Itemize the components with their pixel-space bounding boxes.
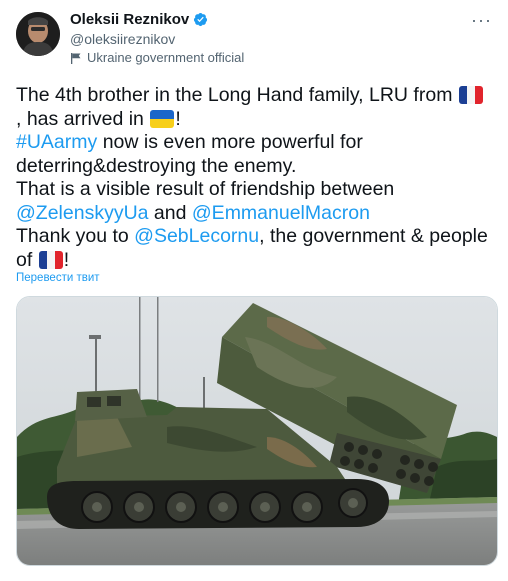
ukraine-flag-icon [150, 109, 175, 128]
france-flag-icon [458, 86, 483, 104]
government-label-text: Ukraine government official [87, 50, 245, 65]
mention-emmanuelmacron-link[interactable]: @EmmanuelMacron [192, 202, 370, 224]
government-label: Ukraine government official [70, 50, 244, 65]
tweet-line-1: The 4th brother in the Long Hand family,… [16, 84, 453, 106]
translate-tweet-link[interactable]: Перевести твит [16, 272, 100, 284]
tweet-line-2a: , has arrived in [16, 107, 144, 130]
france-flag-icon [38, 250, 63, 269]
hashtag-uaarmy-link[interactable]: #UAarmy [16, 131, 97, 153]
mention-zelenskyyua-link[interactable]: @ZelenskyyUa [16, 202, 149, 224]
tweet-text: The 4th brother in the Long Hand family,… [16, 84, 496, 272]
tweet-line-7a: Thank you to [16, 225, 135, 247]
tweet-line-3: now is even more powerful for [97, 131, 363, 153]
mention-seblecornu-link[interactable]: @SebLecornu [134, 225, 259, 247]
avatar[interactable] [16, 12, 60, 56]
tweet-media-image[interactable] [16, 296, 498, 566]
author-handle[interactable]: @oleksiireznikov [70, 31, 175, 47]
tweet-line-8a: of [16, 248, 33, 271]
tweet-line-7b: , the government & people [259, 225, 488, 247]
tweet-line-8b: ! [63, 248, 70, 271]
more-icon[interactable]: ··· [471, 10, 492, 31]
verified-badge-icon [194, 12, 208, 27]
flag-icon [71, 52, 81, 64]
tweet-line-2b: ! [175, 107, 181, 130]
tweet-line-4: deterring&destroying the enemy. [16, 154, 297, 177]
tweet-and: and [148, 201, 192, 224]
tweet-line-5: That is a visible result of friendship b… [16, 178, 395, 200]
author-name[interactable]: Oleksii Reznikov [70, 11, 189, 28]
launcher-photo [17, 297, 497, 565]
author-name-row: Oleksii Reznikov [70, 11, 208, 28]
tweet-card: Oleksii Reznikov @oleksiireznikov Ukrain… [0, 0, 508, 581]
